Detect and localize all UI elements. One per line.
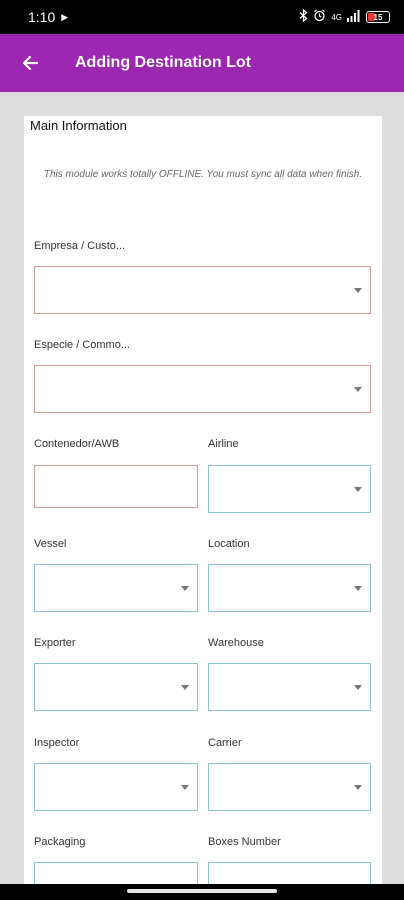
warehouse-select[interactable] <box>208 663 371 711</box>
boxes-number-input[interactable] <box>208 862 371 886</box>
play-icon: ▶ <box>61 11 69 22</box>
bluetooth-icon <box>299 8 308 25</box>
alarm-icon <box>313 9 326 25</box>
navigation-bar <box>0 884 404 900</box>
chevron-down-icon <box>354 487 362 492</box>
especie-label: Especie / Commo... <box>34 339 130 351</box>
contenedor-input[interactable] <box>34 465 198 508</box>
chevron-down-icon <box>354 387 362 392</box>
back-button[interactable] <box>0 34 60 92</box>
status-right: 4G 15 <box>299 8 390 25</box>
chevron-down-icon <box>354 785 362 790</box>
location-label: Location <box>208 538 250 550</box>
packaging-select[interactable] <box>34 862 198 886</box>
airline-label: Airline <box>208 438 239 450</box>
exporter-label: Exporter <box>34 637 76 649</box>
chevron-down-icon <box>181 685 189 690</box>
boxes-number-label: Boxes Number <box>208 836 281 848</box>
section-title: Main Information <box>30 118 127 133</box>
inspector-label: Inspector <box>34 737 80 749</box>
battery-level: 15 <box>373 12 383 22</box>
contenedor-label: Contenedor/AWB <box>34 438 120 450</box>
empresa-label: Empresa / Custo... <box>34 240 126 252</box>
status-left: 1:10 ▶ <box>28 9 68 25</box>
empresa-select[interactable] <box>34 266 371 314</box>
especie-select[interactable] <box>34 365 371 413</box>
battery-icon: 15 <box>366 11 390 23</box>
location-select[interactable] <box>208 564 371 612</box>
home-indicator[interactable] <box>127 889 277 893</box>
carrier-label: Carrier <box>208 737 242 749</box>
status-time: 1:10 <box>28 9 56 25</box>
app-bar: Adding Destination Lot <box>0 34 404 92</box>
main-information-card: Main Information This module works total… <box>24 116 382 886</box>
chevron-down-icon <box>181 586 189 591</box>
vessel-select[interactable] <box>34 564 198 612</box>
exporter-select[interactable] <box>34 663 198 711</box>
vessel-label: Vessel <box>34 538 67 550</box>
signal-icon <box>347 9 361 25</box>
carrier-select[interactable] <box>208 763 371 811</box>
chevron-down-icon <box>354 586 362 591</box>
arrow-back-icon <box>22 55 39 71</box>
network-type: 4G <box>331 12 342 22</box>
airline-select[interactable] <box>208 465 371 513</box>
chevron-down-icon <box>181 785 189 790</box>
inspector-select[interactable] <box>34 763 198 811</box>
packaging-label: Packaging <box>34 836 86 848</box>
chevron-down-icon <box>354 288 362 293</box>
page-title: Adding Destination Lot <box>75 54 251 71</box>
chevron-down-icon <box>354 685 362 690</box>
warehouse-label: Warehouse <box>208 637 264 649</box>
offline-note: This module works totally OFFLINE. You m… <box>43 169 363 180</box>
status-bar: 1:10 ▶ 4G 15 <box>0 0 404 34</box>
